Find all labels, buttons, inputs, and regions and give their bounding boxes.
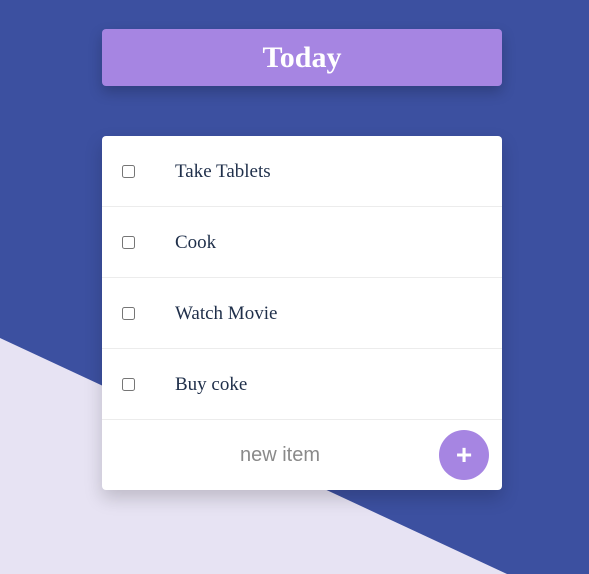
todo-label: Cook [175, 231, 217, 253]
todo-checkbox[interactable] [122, 377, 135, 391]
todo-card: Take Tablets Cook Watch Movie Buy coke + [102, 136, 502, 490]
list-item: Watch Movie [102, 278, 502, 349]
todo-checkbox[interactable] [122, 164, 135, 178]
todo-list: Take Tablets Cook Watch Movie Buy coke [102, 136, 502, 420]
list-item: Buy coke [102, 349, 502, 420]
todo-label: Buy coke [175, 373, 248, 395]
list-item: Cook [102, 207, 502, 278]
todo-label: Take Tablets [175, 160, 271, 182]
new-item-row: + [102, 420, 502, 490]
new-item-input[interactable] [102, 420, 458, 490]
page-title: Today [262, 40, 342, 74]
header-banner: Today [102, 29, 502, 86]
todo-checkbox[interactable] [122, 235, 135, 249]
todo-checkbox[interactable] [122, 306, 135, 320]
todo-label: Watch Movie [175, 302, 278, 324]
add-item-button[interactable]: + [439, 430, 489, 480]
list-item: Take Tablets [102, 136, 502, 207]
